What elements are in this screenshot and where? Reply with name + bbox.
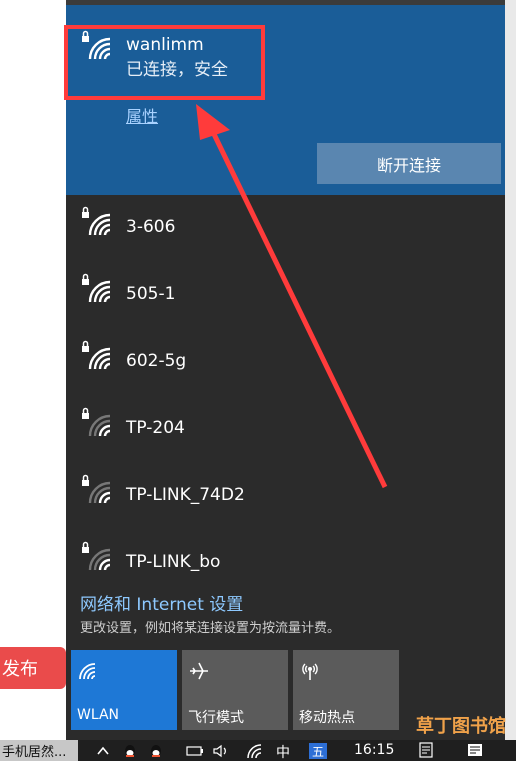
- wifi-secure-icon: [80, 205, 116, 245]
- wifi-secure-icon: [80, 339, 116, 379]
- network-list-item[interactable]: TP-LINK_74D2: [66, 463, 505, 530]
- taskbar-app-label: 手机居然...: [2, 745, 67, 760]
- network-list-item[interactable]: 505-1: [66, 262, 505, 329]
- network-name: 505-1: [126, 284, 176, 304]
- hotspot-icon: [299, 660, 321, 686]
- network-settings-link[interactable]: 网络和 Internet 设置: [80, 590, 243, 615]
- airplane-tile-label: 飞行模式: [188, 710, 244, 726]
- network-list-item[interactable]: 3-606: [66, 195, 505, 262]
- airplane-mode-tile[interactable]: 飞行模式: [182, 650, 288, 730]
- wifi-icon[interactable]: [246, 743, 264, 761]
- network-name: TP-LINK_bo: [126, 552, 221, 572]
- publish-button-label: 发布: [2, 659, 38, 680]
- background-right-strip: [505, 0, 516, 740]
- watermark: 草丁图书馆: [416, 716, 506, 737]
- chevron-up-icon[interactable]: [96, 743, 110, 761]
- network-name: TP-LINK_74D2: [126, 485, 245, 505]
- wifi-secure-weak-icon: [80, 473, 116, 513]
- hotspot-tile-label: 移动热点: [299, 710, 355, 726]
- network-name: TP-204: [126, 418, 185, 438]
- wifi-icon: [77, 660, 99, 686]
- wifi-secure-weak-icon: [80, 406, 116, 446]
- network-flyout: wanlimm 已连接，安全 属性 断开连接 3-606 505-1 602-5…: [66, 0, 505, 740]
- network-settings-description: 更改设置，例如将某连接设置为按流量计费。: [80, 621, 341, 636]
- qq-icon[interactable]: [148, 743, 164, 761]
- network-name: 3-606: [126, 217, 176, 237]
- wifi-secure-icon: [80, 272, 116, 312]
- network-name: 602-5g: [126, 351, 187, 371]
- annotation-highlight-box: [64, 25, 265, 100]
- disconnect-button-label: 断开连接: [376, 155, 441, 175]
- taskbar-clock[interactable]: 16:15: [354, 742, 394, 758]
- wifi-secure-weak-icon: [80, 540, 116, 580]
- action-center-icon[interactable]: [466, 742, 484, 761]
- notes-icon[interactable]: [417, 742, 435, 761]
- publish-button[interactable]: 发布: [0, 647, 66, 689]
- ime-language-indicator[interactable]: 中: [276, 742, 290, 761]
- ime-wubi-indicator[interactable]: 五: [309, 743, 327, 759]
- wlan-tile-label: WLAN: [77, 707, 120, 723]
- network-list-item[interactable]: TP-204: [66, 396, 505, 463]
- battery-icon[interactable]: [186, 743, 204, 761]
- disconnect-button[interactable]: 断开连接: [317, 143, 501, 184]
- taskbar-app-button[interactable]: 手机居然...: [0, 740, 78, 761]
- network-list-item[interactable]: 602-5g: [66, 329, 505, 396]
- qq-icon[interactable]: [122, 743, 138, 761]
- properties-link[interactable]: 属性: [126, 103, 158, 127]
- network-list-item[interactable]: TP-LINK_bo: [66, 530, 505, 597]
- airplane-icon: [188, 660, 210, 686]
- wlan-toggle-tile[interactable]: WLAN: [71, 650, 177, 730]
- mobile-hotspot-tile[interactable]: 移动热点: [293, 650, 399, 730]
- speaker-icon[interactable]: [212, 743, 230, 761]
